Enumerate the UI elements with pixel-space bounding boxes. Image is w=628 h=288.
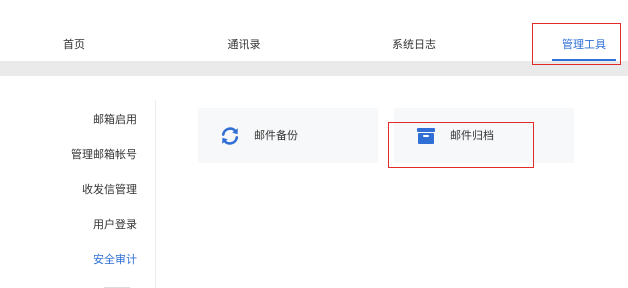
page: 首页 通讯录 系统日志 管理工具 邮箱启用 管理邮箱帐号 收发信管理 用户登录 … — [0, 0, 628, 288]
tool-label-mail-backup: 邮件备份 — [254, 129, 298, 142]
sidebar-item-mailbox-enable[interactable]: 邮箱启用 — [93, 111, 137, 127]
sidebar-item-user-login[interactable]: 用户登录 — [93, 216, 137, 232]
sidebar-item-security-audit[interactable]: 安全审计 — [93, 251, 137, 267]
tool-card-mail-backup[interactable]: 邮件备份 — [198, 108, 378, 163]
tool-card-mail-archive[interactable]: 邮件归档 — [394, 108, 574, 163]
tool-label-mail-archive: 邮件归档 — [450, 129, 494, 142]
nav-contacts[interactable]: 通讯录 — [212, 28, 276, 61]
nav-admin-tools[interactable]: 管理工具 — [552, 28, 616, 61]
sidebar-item-manage-accounts[interactable]: 管理邮箱帐号 — [71, 146, 137, 162]
archive-box-icon — [416, 126, 436, 146]
refresh-icon — [220, 126, 240, 146]
nav-home[interactable]: 首页 — [42, 28, 106, 61]
nav-system-log[interactable]: 系统日志 — [382, 28, 446, 61]
top-nav: 首页 通讯录 系统日志 管理工具 — [0, 28, 628, 61]
sidebar: 邮箱启用 管理邮箱帐号 收发信管理 用户登录 安全审计 — [0, 100, 156, 288]
header-divider-band — [0, 61, 628, 76]
sidebar-item-mail-flow[interactable]: 收发信管理 — [82, 181, 137, 197]
